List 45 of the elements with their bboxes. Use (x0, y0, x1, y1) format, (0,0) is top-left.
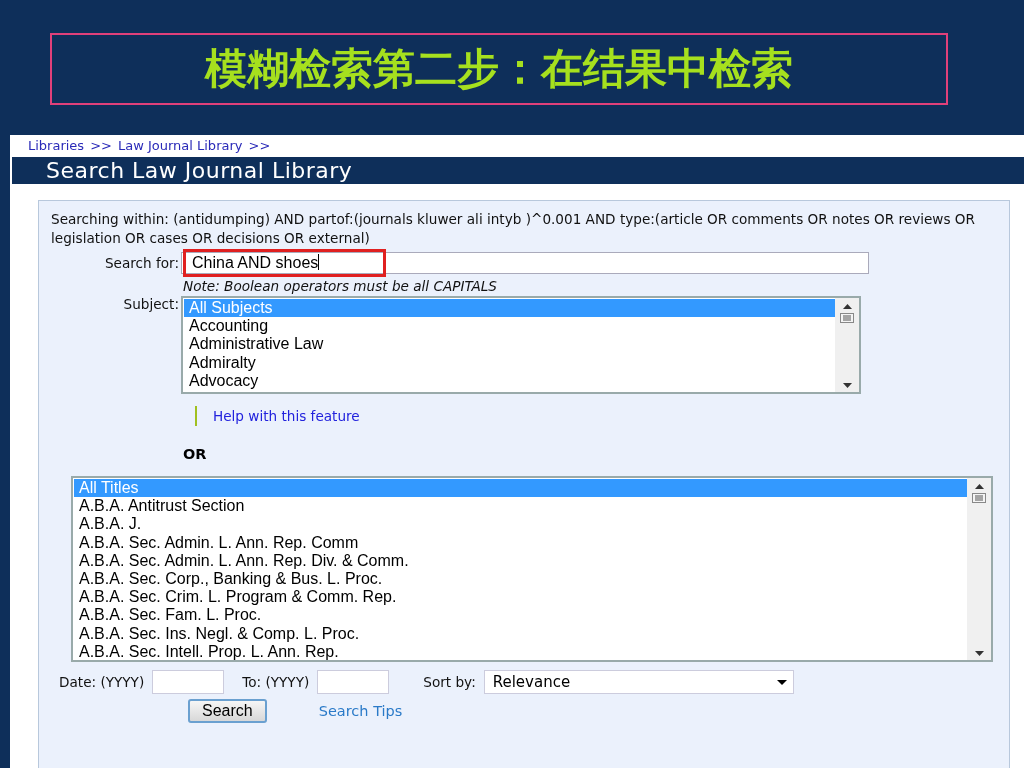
scrollbar[interactable] (967, 478, 991, 660)
list-option[interactable]: Advocacy (184, 371, 835, 390)
breadcrumb-link[interactable]: Libraries (28, 138, 85, 154)
list-option[interactable]: A.B.A. Sec. Admin. L. Ann. Rep. Div. & Comm. (74, 551, 967, 570)
date-from-field[interactable] (152, 670, 225, 694)
grip-icon[interactable] (840, 313, 854, 323)
list-option[interactable]: A.B.A. Antitrust Section (74, 497, 967, 516)
list-option[interactable]: A.B.A. Sec. Crim. L. Program & Comm. Rep. (74, 588, 967, 607)
search-field[interactable]: China AND shoes (181, 252, 869, 274)
note-text: Note: Boolean operators must be all CAPITALS (182, 278, 497, 294)
list-option[interactable]: A.B.A. Sec. Admin. L. Ann. Rep. Comm (74, 533, 967, 552)
slide-title: 模糊检索第二步：在结果中检索 (50, 33, 948, 105)
list-option[interactable]: A.B.A. Sec. Corp., Banking & Bus. L. Proc. (74, 570, 967, 589)
up-arrow-icon[interactable] (842, 304, 852, 309)
down-arrow-icon[interactable] (842, 383, 852, 388)
down-arrow-icon[interactable] (974, 651, 984, 656)
list-option[interactable]: A.B.A. J. (74, 515, 967, 534)
search-scope-text: Searching within: (antidumping) AND partof:(journals kluwer ali intyb )^0.001 AND type:(article OR comments OR notes OR reviews OR legislation OR cases OR decisions OR external) (51, 210, 976, 248)
sort-dropdown[interactable]: Relevance (483, 670, 794, 694)
up-arrow-icon[interactable] (974, 484, 984, 489)
date-to-label: To: (YYYY) (242, 674, 310, 690)
list-option[interactable]: A.B.A. Sec. Intell. Prop. L. Ann. Rep. (74, 642, 967, 662)
date-to-field[interactable] (317, 670, 390, 694)
titles-listbox[interactable] (71, 476, 993, 662)
scrollbar[interactable] (835, 298, 859, 392)
list-option[interactable]: Administrative Law (184, 335, 835, 354)
help-link[interactable]: Help with this feature (195, 406, 360, 426)
search-button[interactable]: Search (188, 699, 267, 723)
breadcrumb-separator: >> (248, 138, 271, 154)
breadcrumb-separator: >> (90, 138, 112, 154)
search-tips-link[interactable]: Search Tips (318, 703, 403, 719)
or-label: OR (182, 446, 207, 462)
list-option[interactable]: A.B.A. Sec. Fam. L. Proc. (74, 606, 967, 625)
date-from-label: Date: (YYYY) (59, 674, 145, 690)
list-option[interactable]: A.B.A. Sec. Ins. Negl. & Comp. L. Proc. (74, 624, 967, 643)
page-heading: Search Law Journal Library (12, 157, 1024, 184)
search-label: Search for: (103, 255, 180, 271)
subject-label: Subject: (122, 296, 180, 312)
list-option[interactable]: Accounting (184, 317, 835, 336)
sort-label: Sort by: (423, 674, 476, 690)
list-option[interactable]: Admiralty (184, 353, 835, 372)
caret-icon (776, 679, 787, 685)
breadcrumb-link[interactable]: Law Journal Library (117, 138, 243, 154)
grip-icon[interactable] (972, 493, 986, 503)
subject-listbox[interactable]: All Subjects Accounting Administrative Law Admiralty Advocacy (181, 296, 861, 394)
